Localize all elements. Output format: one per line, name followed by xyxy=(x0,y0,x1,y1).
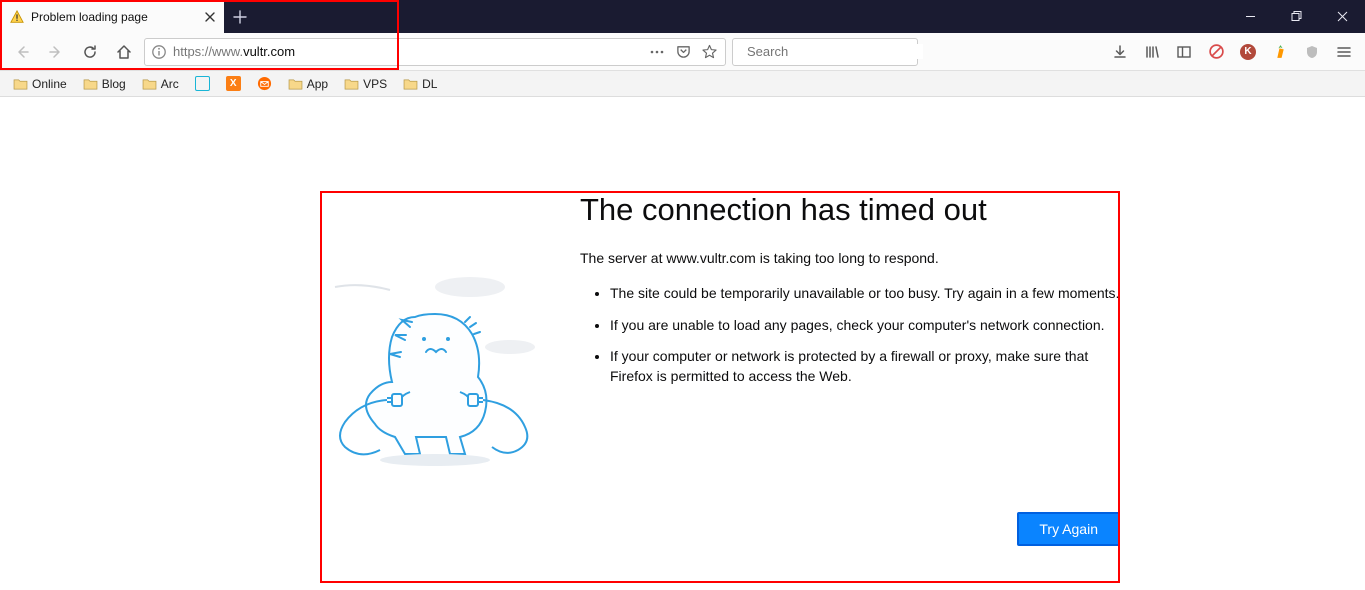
folder-icon xyxy=(288,78,303,90)
browser-tab[interactable]: Problem loading page xyxy=(0,0,224,33)
library-icon xyxy=(1144,44,1160,60)
square-icon xyxy=(195,76,210,91)
window-controls xyxy=(1227,0,1365,33)
extension-carrot-button[interactable] xyxy=(1267,39,1293,65)
xampp-icon: X xyxy=(226,76,241,91)
search-input[interactable] xyxy=(747,44,923,59)
bookmark-app[interactable]: App xyxy=(285,75,331,93)
folder-icon xyxy=(142,78,157,90)
bookmark-label: App xyxy=(307,77,328,91)
library-button[interactable] xyxy=(1139,39,1165,65)
url-bar[interactable]: https://www.vultr.com xyxy=(144,38,726,66)
bookmark-label: Arc xyxy=(161,77,179,91)
folder-icon xyxy=(13,78,28,90)
error-suggestion-item: If you are unable to load any pages, che… xyxy=(610,316,1120,336)
error-text-area: The connection has timed out The server … xyxy=(580,192,1120,482)
folder-icon xyxy=(83,78,98,90)
folder-icon xyxy=(403,78,418,90)
page-content: The connection has timed out The server … xyxy=(0,97,1365,590)
error-illustration xyxy=(320,192,550,482)
tab-title: Problem loading page xyxy=(31,10,195,24)
tabstrip-spacer xyxy=(256,0,1227,33)
bookmark-label: Blog xyxy=(102,77,126,91)
bookmark-xampp[interactable]: X xyxy=(223,74,244,93)
error-suggestion-item: The site could be temporarily unavailabl… xyxy=(610,284,1120,304)
menu-button[interactable] xyxy=(1331,39,1357,65)
back-button[interactable] xyxy=(8,38,36,66)
reload-button[interactable] xyxy=(76,38,104,66)
window-minimize-button[interactable] xyxy=(1227,0,1273,33)
error-suggestion-item: If your computer or network is protected… xyxy=(610,347,1120,386)
maximize-icon xyxy=(1291,11,1302,22)
info-icon xyxy=(151,44,167,60)
error-container: The connection has timed out The server … xyxy=(320,192,1120,582)
bookmark-label: Online xyxy=(32,77,67,91)
bookmark-label: DL xyxy=(422,77,437,91)
dino-icon xyxy=(320,232,550,492)
navigation-toolbar: https://www.vultr.com K xyxy=(0,33,1365,71)
new-tab-button[interactable] xyxy=(224,0,256,33)
bookmark-teal[interactable] xyxy=(192,74,213,93)
error-suggestions-list: The site could be temporarily unavailabl… xyxy=(580,284,1120,386)
extension-shield-button[interactable] xyxy=(1299,39,1325,65)
tab-close-button[interactable] xyxy=(202,9,218,25)
url-text[interactable]: https://www.vultr.com xyxy=(173,44,641,59)
search-bar[interactable] xyxy=(732,38,918,66)
bookmark-dl[interactable]: DL xyxy=(400,75,440,93)
window-maximize-button[interactable] xyxy=(1273,0,1319,33)
warning-icon xyxy=(10,10,24,24)
arrow-right-icon xyxy=(48,44,64,60)
reload-icon xyxy=(82,44,98,60)
folder-icon xyxy=(344,78,359,90)
sidebar-button[interactable] xyxy=(1171,39,1197,65)
mail-icon xyxy=(257,76,272,91)
extension-k-button[interactable]: K xyxy=(1235,39,1261,65)
downloads-button[interactable] xyxy=(1107,39,1133,65)
bookmark-arc[interactable]: Arc xyxy=(139,75,182,93)
home-icon xyxy=(116,44,132,60)
carrot-icon xyxy=(1272,43,1289,60)
pocket-icon xyxy=(676,44,691,59)
bookmark-label: VPS xyxy=(363,77,387,91)
window-close-button[interactable] xyxy=(1319,0,1365,33)
sidebar-icon xyxy=(1176,44,1192,60)
shield-icon xyxy=(1304,44,1320,60)
bookmark-blog[interactable]: Blog xyxy=(80,75,129,93)
star-icon xyxy=(702,44,717,59)
home-button[interactable] xyxy=(110,38,138,66)
close-icon xyxy=(1337,11,1348,22)
bookmark-mail[interactable] xyxy=(254,74,275,93)
arrow-left-icon xyxy=(14,44,30,60)
error-actions: Try Again xyxy=(320,512,1120,546)
plus-icon xyxy=(233,10,247,24)
minimize-icon xyxy=(1245,11,1256,22)
noscript-button[interactable] xyxy=(1203,39,1229,65)
bookmark-online[interactable]: Online xyxy=(10,75,70,93)
bookmark-star-button[interactable] xyxy=(699,44,719,59)
page-actions-button[interactable] xyxy=(647,50,667,54)
pocket-button[interactable] xyxy=(673,44,693,59)
tab-strip: Problem loading page xyxy=(0,0,1365,33)
ellipsis-icon xyxy=(649,50,665,54)
error-title: The connection has timed out xyxy=(580,192,1120,228)
forward-button[interactable] xyxy=(42,38,70,66)
error-subtitle: The server at www.vultr.com is taking to… xyxy=(580,250,1120,266)
identity-icon[interactable] xyxy=(151,44,167,60)
download-icon xyxy=(1112,44,1128,60)
bookmark-vps[interactable]: VPS xyxy=(341,75,390,93)
close-icon xyxy=(205,12,215,22)
block-icon xyxy=(1208,43,1225,60)
bookmarks-toolbar: Online Blog Arc X App VPS DL xyxy=(0,71,1365,97)
letter-k-icon: K xyxy=(1240,44,1256,60)
try-again-button[interactable]: Try Again xyxy=(1017,512,1120,546)
hamburger-icon xyxy=(1336,44,1352,60)
